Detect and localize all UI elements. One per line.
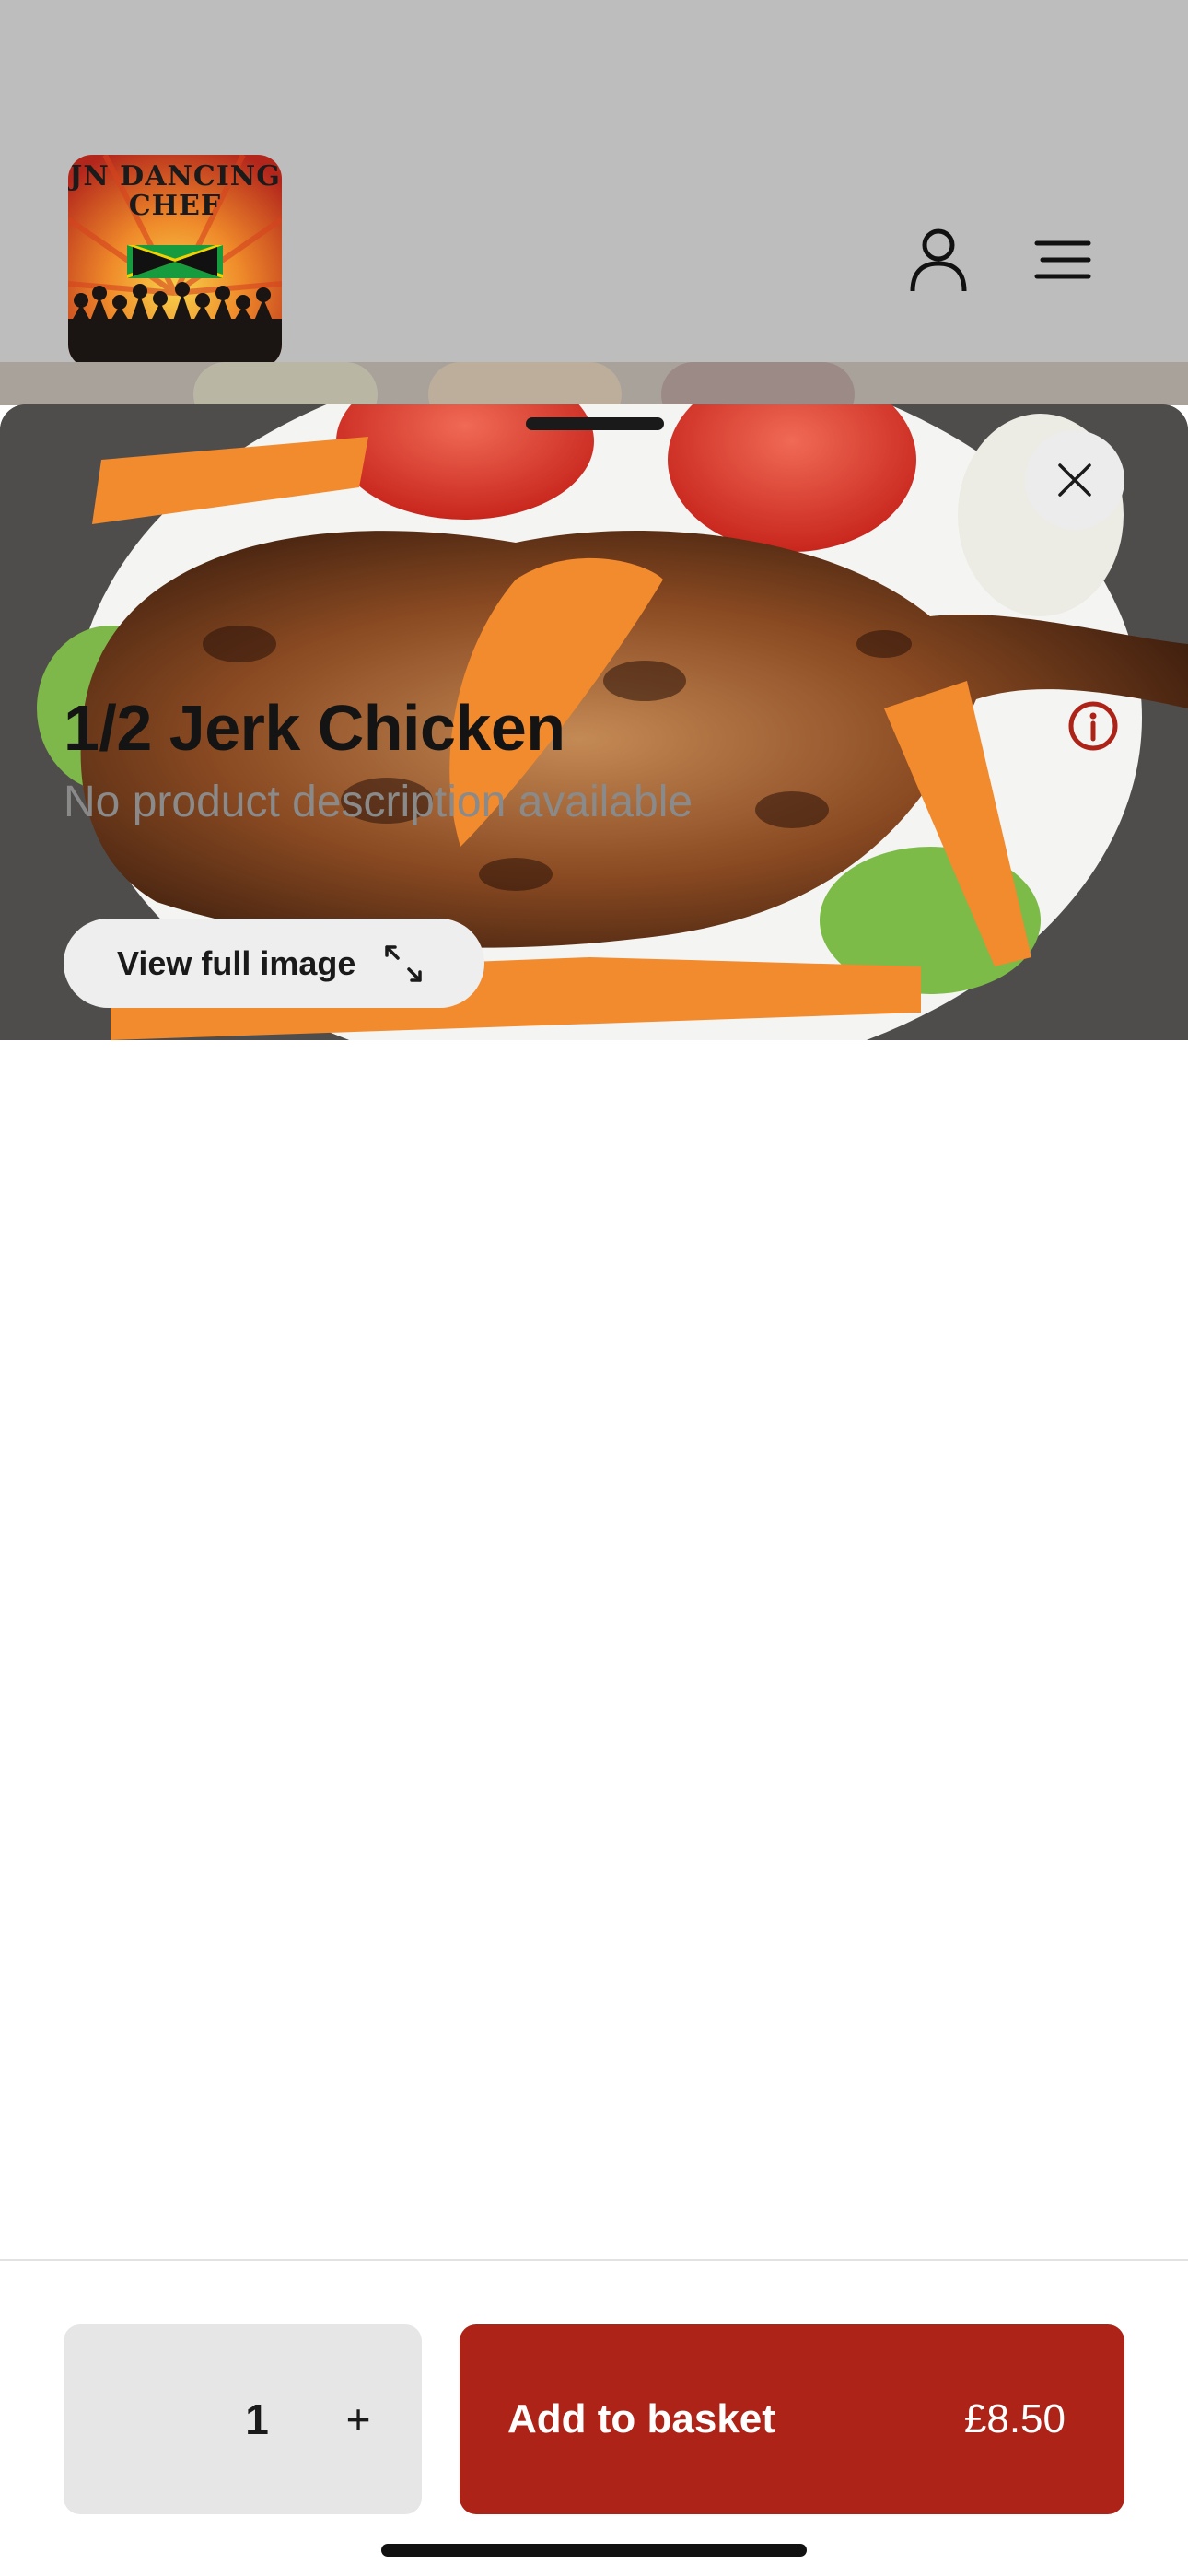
close-button[interactable] <box>1025 430 1124 530</box>
restaurant-logo[interactable]: JN DANCING CHEF <box>68 155 282 369</box>
home-indicator <box>381 2544 807 2557</box>
user-icon[interactable] <box>902 223 975 297</box>
app-header: JN DANCING CHEF <box>0 0 1188 405</box>
product-title: 1/2 Jerk Chicken <box>64 692 565 764</box>
price-label: £8.50 <box>963 2396 1066 2441</box>
quantity-stepper[interactable]: 1 + <box>64 2324 422 2514</box>
add-to-basket-button[interactable]: Add to basket £8.50 <box>460 2324 1124 2514</box>
logo-text-line1: JN DANCING <box>69 160 281 193</box>
product-description: No product description available <box>64 778 693 826</box>
close-icon <box>1058 463 1091 497</box>
add-to-basket-label: Add to basket <box>507 2396 775 2441</box>
info-icon[interactable] <box>1064 697 1123 755</box>
logo-text-line2: CHEF <box>128 190 222 222</box>
expand-icon <box>385 944 423 982</box>
order-footer: 1 + Add to basket £8.50 <box>0 2259 1188 2576</box>
product-details: 1/2 Jerk Chicken No product description … <box>64 693 1132 827</box>
view-full-image-button[interactable]: View full image <box>64 919 484 1008</box>
menu-icon[interactable] <box>1026 223 1100 297</box>
sheet-grabber[interactable] <box>526 417 664 430</box>
increase-quantity-button[interactable]: + <box>321 2383 395 2456</box>
view-full-image-label: View full image <box>117 943 356 982</box>
quantity-value: 1 <box>245 2395 269 2443</box>
menu-images-strip <box>0 362 1188 405</box>
